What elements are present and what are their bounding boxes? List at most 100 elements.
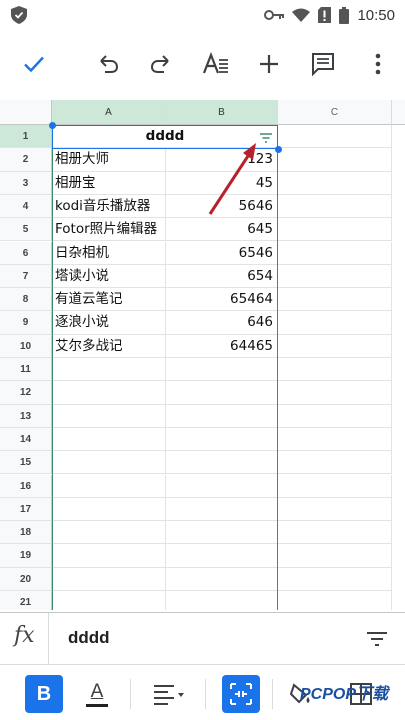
cell-a[interactable]: 艾尔多战记 <box>52 334 166 358</box>
cell-a[interactable]: 塔读小说 <box>52 264 166 289</box>
row-header[interactable]: 9 <box>0 311 52 335</box>
merge-cells-button[interactable] <box>222 675 260 713</box>
column-header-c[interactable]: C <box>278 100 392 125</box>
cell-b[interactable] <box>166 521 278 545</box>
cell-a[interactable]: Fotor照片编辑器 <box>52 218 166 242</box>
row-header[interactable]: 20 <box>0 567 52 591</box>
cell-c[interactable] <box>278 218 392 242</box>
cell-c[interactable] <box>278 427 392 452</box>
select-all-corner[interactable] <box>0 100 52 125</box>
row-header[interactable]: 10 <box>0 334 52 358</box>
cell-b[interactable] <box>166 427 278 452</box>
more-vert-icon[interactable] <box>362 48 394 80</box>
cell-b[interactable]: 654 <box>166 264 278 289</box>
selection-handle[interactable] <box>49 122 56 129</box>
cell-b[interactable]: 6546 <box>166 241 278 265</box>
cell-c[interactable] <box>278 241 392 265</box>
bold-button[interactable]: B <box>25 675 63 713</box>
column-filter-icon[interactable] <box>259 133 273 143</box>
cell-a[interactable]: 日杂相机 <box>52 241 166 265</box>
cell-b[interactable] <box>166 381 278 405</box>
align-button[interactable] <box>150 675 188 713</box>
cell-c[interactable] <box>278 474 392 498</box>
column-header-a[interactable]: A <box>52 100 166 125</box>
row-header[interactable]: 11 <box>0 358 52 382</box>
cell-a[interactable] <box>52 567 166 591</box>
cell-b[interactable]: 646 <box>166 311 278 335</box>
cell-a[interactable] <box>52 427 166 452</box>
column-header-b[interactable]: B <box>166 100 278 125</box>
row-header[interactable]: 2 <box>0 148 52 172</box>
cell-a[interactable] <box>52 358 166 382</box>
row-header[interactable]: 17 <box>0 497 52 522</box>
cell-c[interactable] <box>278 404 392 428</box>
cell-c[interactable] <box>278 311 392 335</box>
cell-a[interactable] <box>52 544 166 568</box>
cell-a[interactable]: 相册大师 <box>52 148 166 172</box>
selection-handle[interactable] <box>275 146 282 153</box>
cell-c[interactable] <box>278 194 392 219</box>
row-header[interactable]: 19 <box>0 544 52 568</box>
row-header[interactable]: 13 <box>0 404 52 428</box>
cell-c[interactable] <box>278 497 392 522</box>
row-header[interactable]: 8 <box>0 288 52 312</box>
column-header-d[interactable] <box>392 100 405 125</box>
cell-c[interactable] <box>278 544 392 568</box>
cell-c[interactable] <box>278 591 392 610</box>
insert-plus-icon[interactable] <box>253 48 285 80</box>
cell-c[interactable] <box>278 264 392 289</box>
cell-a[interactable] <box>52 497 166 522</box>
row-header[interactable]: 1 <box>0 125 52 149</box>
cell-c[interactable] <box>278 358 392 382</box>
cell-b[interactable]: 65464 <box>166 288 278 312</box>
spreadsheet-grid[interactable]: A B C 1 dddd 2 相册大师 123 3 相册宝 45 4 kodi音乐播放器 5646 5… <box>0 100 405 610</box>
row-header[interactable]: 14 <box>0 427 52 452</box>
redo-icon[interactable] <box>145 48 177 80</box>
row-header[interactable]: 3 <box>0 171 52 195</box>
cell-b[interactable]: 123 <box>166 148 278 172</box>
cell-c[interactable] <box>278 567 392 591</box>
cell-b[interactable] <box>166 591 278 610</box>
cell-b[interactable] <box>166 567 278 591</box>
cell-b[interactable] <box>166 544 278 568</box>
cell-b[interactable]: 645 <box>166 218 278 242</box>
cell-a[interactable] <box>52 521 166 545</box>
row-header[interactable]: 15 <box>0 451 52 475</box>
filter-icon[interactable] <box>366 631 388 647</box>
cell-a[interactable] <box>52 381 166 405</box>
row-header[interactable]: 4 <box>0 194 52 219</box>
cell-b[interactable] <box>166 451 278 475</box>
cell-c[interactable] <box>278 148 392 172</box>
cell-b[interactable] <box>166 474 278 498</box>
cell-c[interactable] <box>278 171 392 195</box>
cell-a[interactable]: 相册宝 <box>52 171 166 195</box>
row-header[interactable]: 16 <box>0 474 52 498</box>
cell-c[interactable] <box>278 334 392 358</box>
undo-icon[interactable] <box>92 48 124 80</box>
cell-b[interactable] <box>166 497 278 522</box>
row-header[interactable]: 6 <box>0 241 52 265</box>
text-format-icon[interactable] <box>200 48 232 80</box>
cell-c[interactable] <box>278 125 392 149</box>
done-check-icon[interactable] <box>18 48 50 80</box>
cell-a[interactable] <box>52 474 166 498</box>
formula-input[interactable]: dddd <box>68 628 110 648</box>
cell-a[interactable] <box>52 591 166 610</box>
cell-a[interactable] <box>52 404 166 428</box>
row-header[interactable]: 5 <box>0 218 52 242</box>
cell-b[interactable]: 5646 <box>166 194 278 219</box>
row-header[interactable]: 18 <box>0 521 52 545</box>
row-header[interactable]: 12 <box>0 381 52 405</box>
comment-icon[interactable] <box>307 48 339 80</box>
cell-c[interactable] <box>278 288 392 312</box>
header-cell-merged[interactable]: dddd <box>52 125 278 149</box>
cell-b[interactable]: 64465 <box>166 334 278 358</box>
cell-b[interactable] <box>166 358 278 382</box>
cell-b[interactable]: 45 <box>166 171 278 195</box>
cell-a[interactable] <box>52 451 166 475</box>
cell-a[interactable]: 有道云笔记 <box>52 288 166 312</box>
cell-c[interactable] <box>278 451 392 475</box>
cell-a[interactable]: kodi音乐播放器 <box>52 194 166 219</box>
cell-c[interactable] <box>278 381 392 405</box>
text-color-button[interactable]: A <box>78 675 116 713</box>
